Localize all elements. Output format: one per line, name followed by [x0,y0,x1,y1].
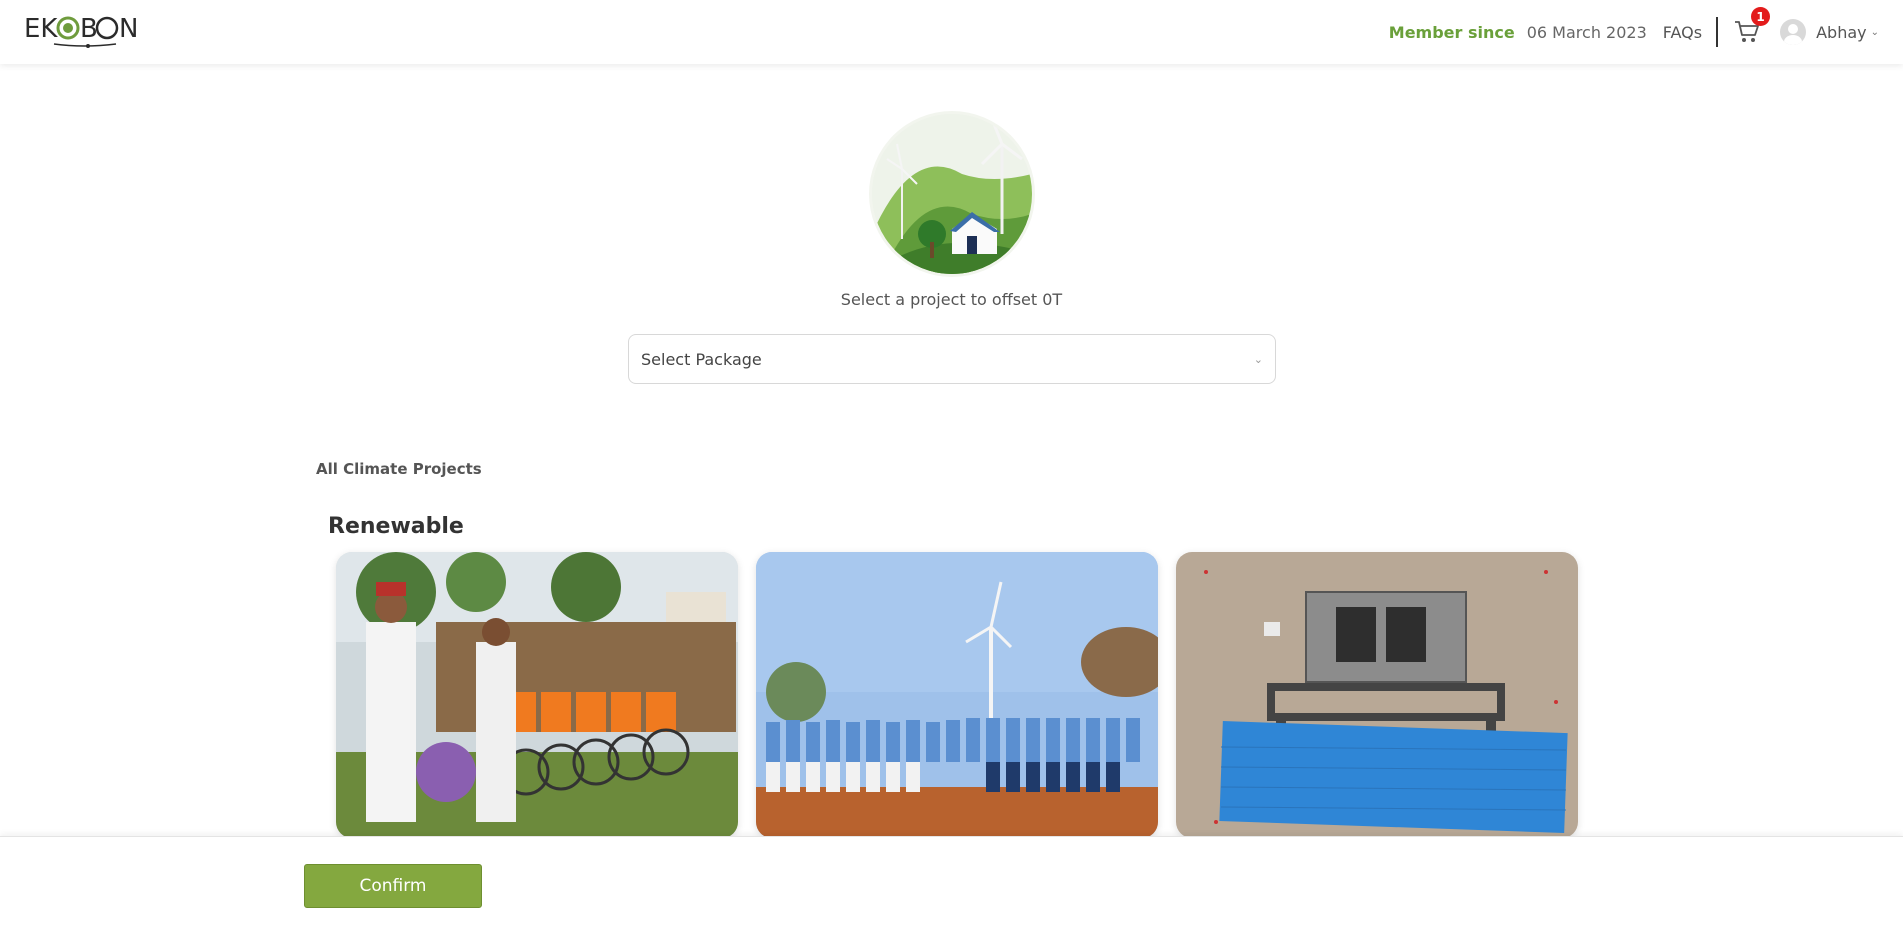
svg-text:B: B [80,14,98,44]
project-card-1[interactable] [336,552,738,838]
top-header: EK B N Member since 06 March 2023 FAQs 1… [0,0,1903,64]
user-menu[interactable]: Abhay ⌄ [1780,19,1879,45]
bicycles-distribution-photo [336,552,738,838]
user-name: Abhay [1816,22,1867,42]
ekobon-logo[interactable]: EK B N [24,12,144,48]
package-select[interactable]: Select Package ⌄ [628,334,1276,384]
all-climate-projects-heading: All Climate Projects [316,460,482,478]
faqs-link[interactable]: FAQs [1663,23,1702,42]
project-card-2[interactable] [756,552,1158,838]
chevron-down-icon: ⌄ [1870,26,1879,38]
offset-instruction: Select a project to offset 0T [840,290,1063,309]
header-nav: Member since 06 March 2023 FAQs 1 Abhay … [1389,0,1879,64]
chevron-down-icon: ⌄ [1253,352,1263,366]
logo-graphic: EK B N [24,14,138,48]
avatar [1780,19,1807,45]
cart-button[interactable]: 1 [1732,7,1771,47]
cart-count-badge: 1 [1751,7,1771,26]
project-illustration [872,114,1032,274]
solar-plant-aerial-photo [1176,552,1578,838]
nav-divider [1716,17,1719,47]
package-select-value: Select Package [641,349,762,369]
member-since-date: 06 March 2023 [1526,22,1647,42]
project-card-3[interactable] [1176,552,1578,838]
bottom-action-bar: Confirm [0,836,1903,931]
wind-turbine-students-photo [756,552,1158,838]
renewable-energy-illustration [872,114,1032,274]
section-title-renewable: Renewable [328,514,464,539]
svg-text:N: N [119,14,138,44]
confirm-button[interactable]: Confirm [304,864,482,908]
svg-text:EK: EK [24,14,58,44]
member-since-label: Member since [1388,22,1515,42]
